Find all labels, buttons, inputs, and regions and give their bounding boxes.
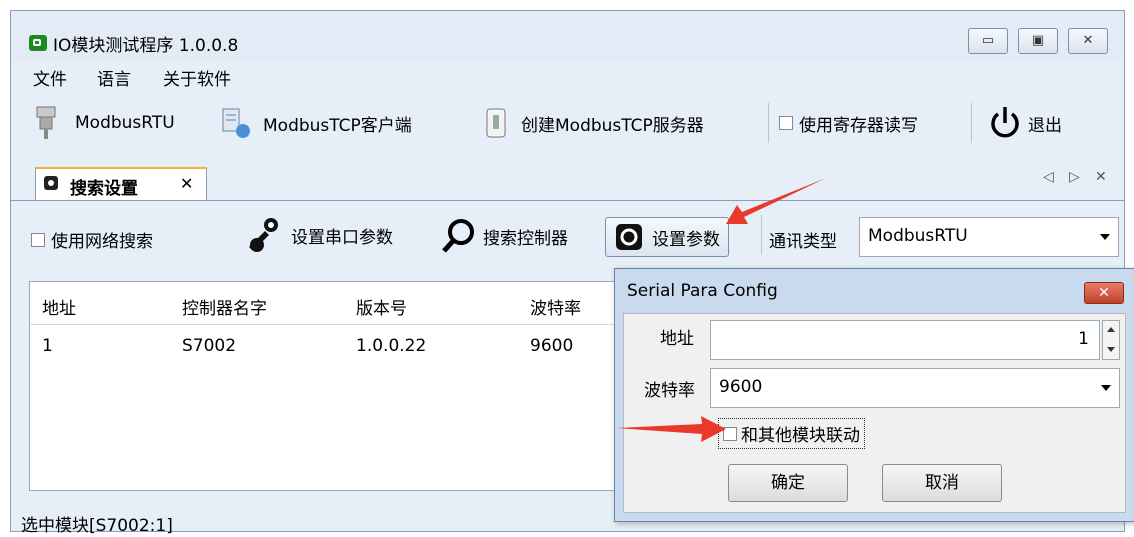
red-arrow-icon bbox=[726, 178, 826, 224]
red-arrow-icon bbox=[616, 416, 726, 442]
annotation-overlay bbox=[616, 178, 826, 442]
